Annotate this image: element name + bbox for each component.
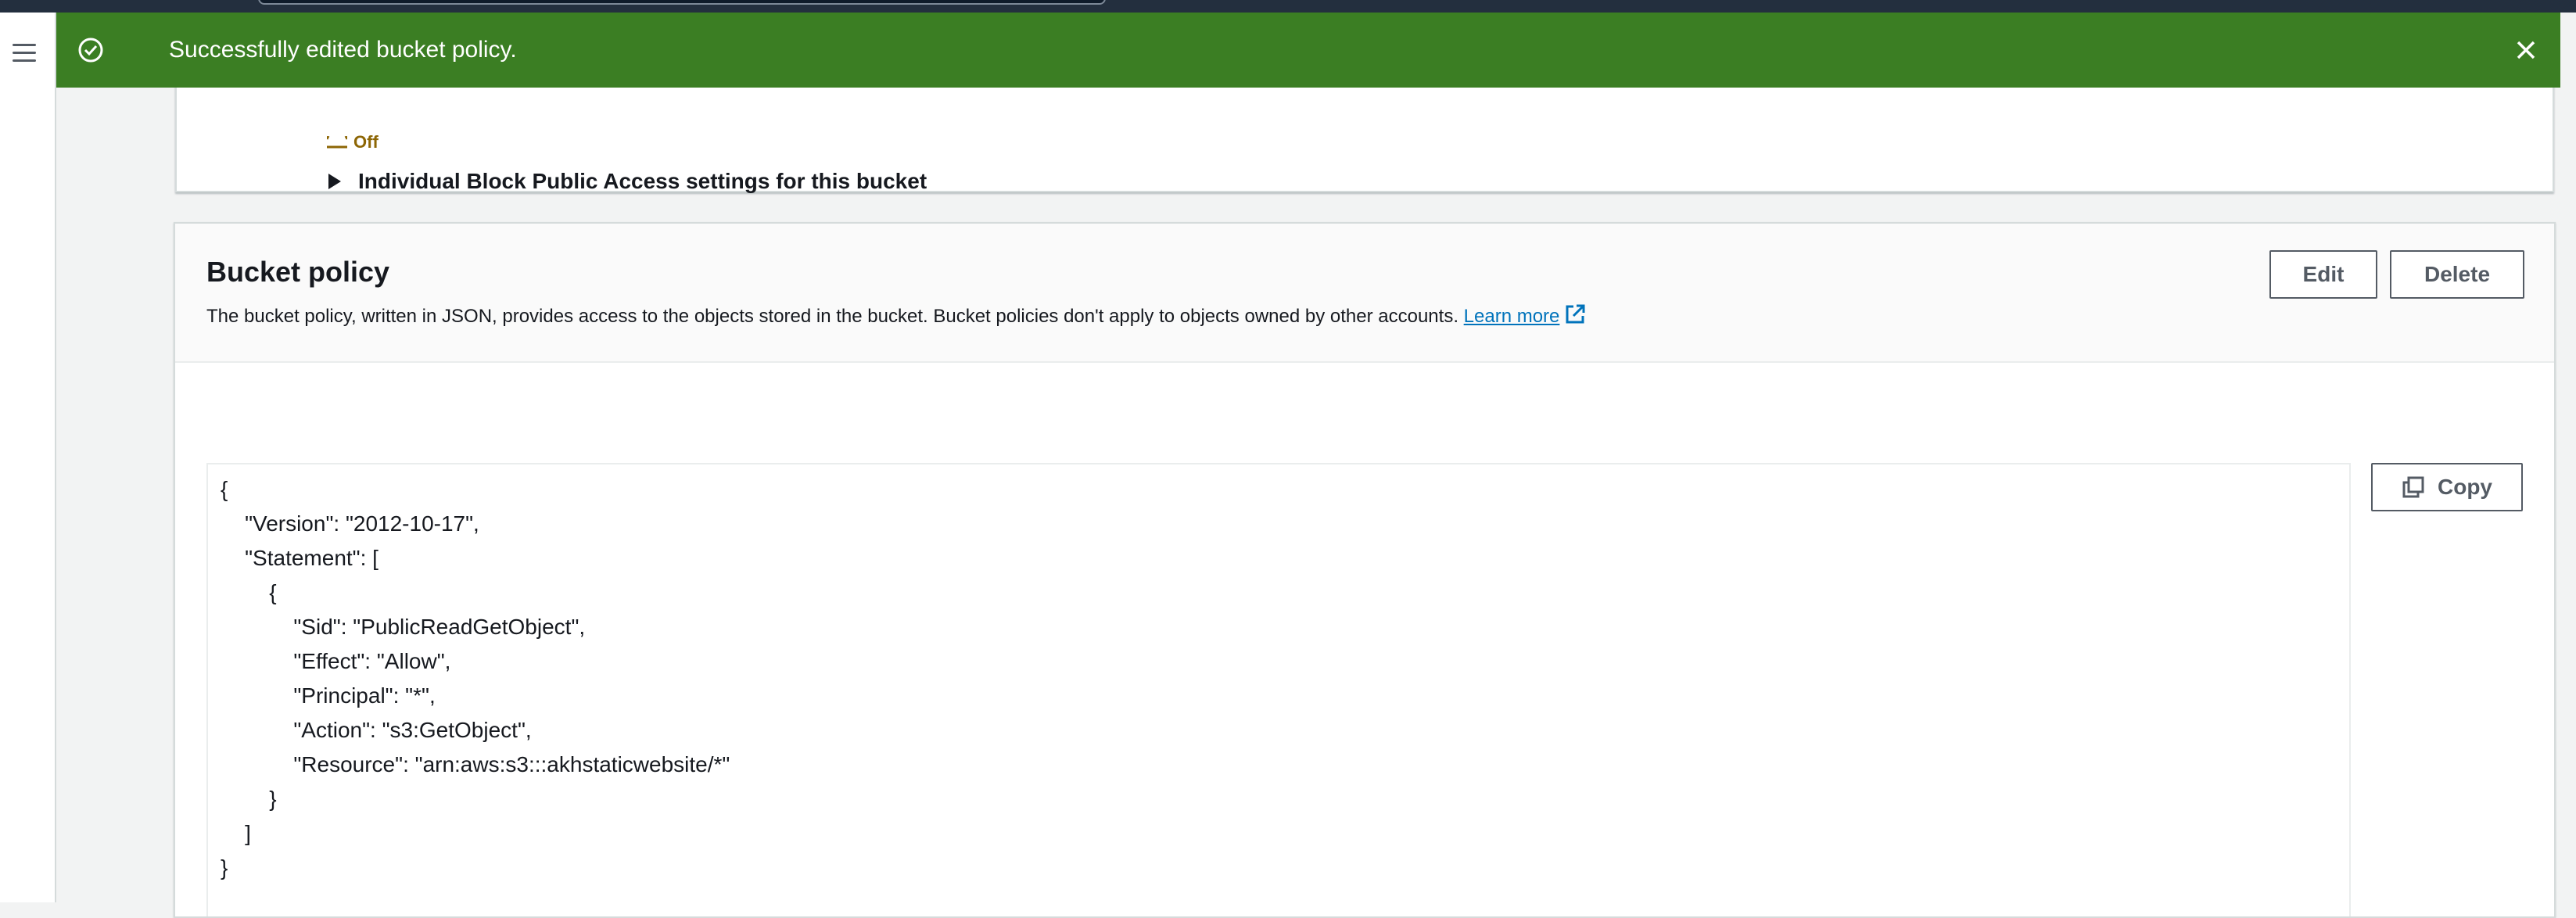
copy-button[interactable]: Copy (2371, 463, 2523, 511)
bucket-policy-title: Bucket policy (206, 256, 390, 288)
policy-line: { (221, 477, 228, 501)
policy-line: "Action": "s3:GetObject", (293, 718, 532, 742)
policy-line: "Version": "2012-10-17", (245, 511, 479, 536)
description-text: The bucket policy, written in JSON, prov… (206, 306, 1458, 327)
delete-button[interactable]: Delete (2390, 250, 2524, 299)
policy-line: "Effect": "Allow", (293, 649, 451, 673)
warning-icon (327, 136, 347, 149)
caret-right-icon (328, 174, 341, 189)
copy-icon (2402, 476, 2424, 498)
policy-line: } (221, 855, 228, 880)
block-public-access-status: Off (353, 134, 379, 149)
side-navigation-rail (0, 13, 56, 902)
menu-icon[interactable] (13, 44, 36, 63)
main-content: Off Individual Block Public Access setti… (56, 13, 2576, 918)
individual-settings-expander[interactable]: Individual Block Public Access settings … (328, 169, 927, 194)
bucket-policy-description: The bucket policy, written in JSON, prov… (206, 303, 1586, 329)
learn-more-label: Learn more (1463, 306, 1560, 327)
policy-line: "Sid": "PublicReadGetObject", (293, 615, 586, 639)
edit-button[interactable]: Edit (2269, 250, 2377, 299)
policy-line: "Principal": "*", (293, 683, 436, 708)
policy-line: "Resource": "arn:aws:s3:::akhstaticwebsi… (293, 752, 730, 776)
top-navigation-bar (0, 0, 2576, 13)
search-box[interactable] (258, 0, 1106, 5)
bucket-policy-header: Bucket policy The bucket policy, written… (175, 224, 2554, 363)
expander-label: Individual Block Public Access settings … (358, 169, 927, 193)
learn-more-link[interactable]: Learn more (1464, 306, 1560, 327)
bucket-policy-card: Bucket policy The bucket policy, written… (174, 222, 2556, 918)
policy-json-viewer: { "Version": "2012-10-17", "Statement": … (206, 463, 2351, 916)
close-icon[interactable] (2509, 33, 2543, 67)
policy-line: } (269, 787, 277, 811)
policy-line: { (269, 580, 277, 604)
policy-line: "Statement": [ (245, 546, 379, 570)
policy-line: ] (245, 821, 251, 845)
check-circle-icon (78, 38, 103, 63)
success-flash-banner: Successfully edited bucket policy. (56, 13, 2560, 88)
policy-json-text: { "Version": "2012-10-17", "Statement": … (221, 472, 730, 885)
external-link-icon[interactable] (1564, 303, 1586, 325)
copy-label: Copy (2438, 475, 2492, 499)
flash-message: Successfully edited bucket policy. (169, 37, 517, 63)
